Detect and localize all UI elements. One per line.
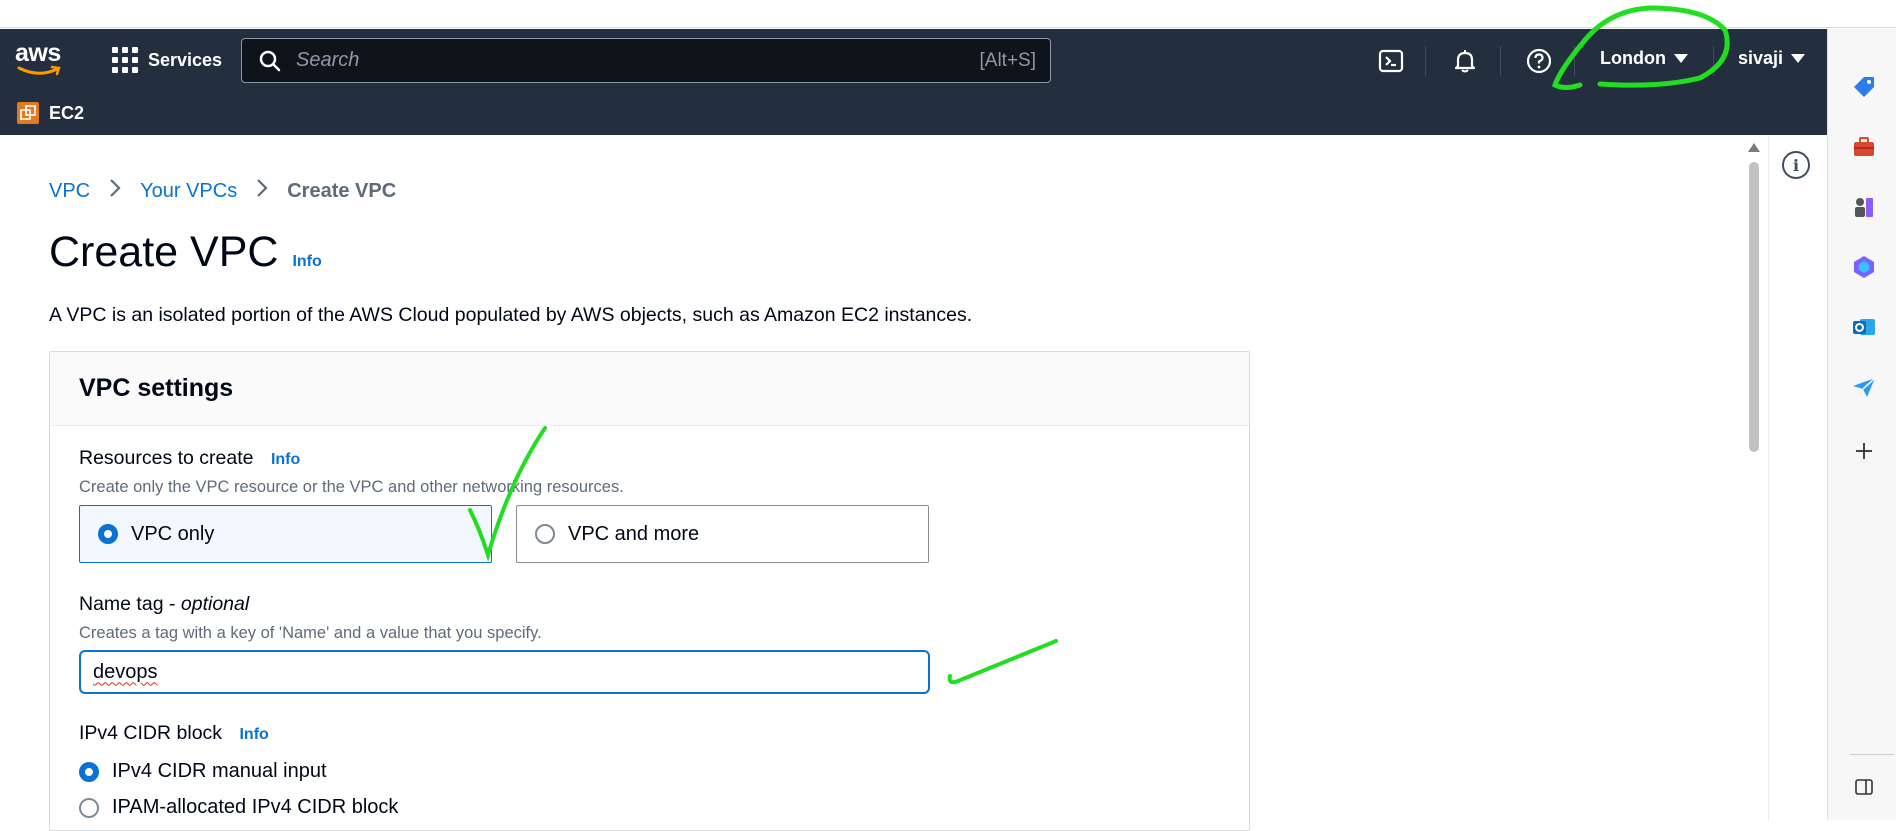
aws-logo[interactable]: aws [15, 41, 65, 77]
region-label: London [1600, 48, 1666, 68]
option-label: IPv4 CIDR manual input [112, 760, 327, 782]
services-label: Services [148, 49, 223, 70]
resources-info-link[interactable]: Info [271, 451, 300, 468]
option-vpc-only[interactable]: VPC only [79, 505, 492, 563]
panel-header: VPC settings [50, 352, 1249, 426]
account-menu[interactable]: sivaji [1738, 48, 1806, 69]
radio-unselected-icon [79, 797, 99, 818]
grid-icon [112, 47, 138, 73]
browser-top-strip [0, 0, 1896, 28]
resources-label: Resources to create [79, 447, 254, 469]
sidebar-divider [1850, 754, 1894, 755]
browser-sidebar [1827, 29, 1896, 820]
outlook-icon[interactable] [1850, 313, 1878, 341]
chevron-right-icon [108, 178, 122, 204]
name-tag-description: Creates a tag with a key of 'Name' and a… [79, 624, 542, 642]
option-label: VPC only [131, 522, 215, 545]
ipv4-info-link[interactable]: Info [239, 726, 268, 743]
ipv4-label: IPv4 CIDR block [79, 722, 223, 744]
radio-unselected-icon [535, 524, 555, 544]
toolbox-icon[interactable] [1850, 133, 1878, 161]
breadcrumb-current: Create VPC [287, 179, 397, 202]
sidebar-toggle-icon[interactable] [1850, 773, 1878, 801]
ipv4-option-ipam[interactable]: IPAM-allocated IPv4 CIDR block [79, 796, 398, 819]
breadcrumb-your-vpcs[interactable]: Your VPCs [140, 180, 237, 203]
resources-label-row: Resources to create Info [79, 447, 300, 470]
panel-heading: VPC settings [79, 374, 234, 402]
tag-icon[interactable] [1850, 73, 1878, 101]
radio-selected-icon [98, 524, 118, 544]
caret-down-icon [1791, 54, 1806, 63]
name-tag-input[interactable]: devops [79, 650, 930, 694]
optional-marker: optional [180, 593, 250, 615]
chevron-right-icon [255, 178, 269, 204]
page-title: Create VPC [49, 228, 279, 276]
aws-smile-icon [17, 65, 61, 76]
nav-divider [1500, 46, 1501, 76]
vpc-settings-panel: VPC settings Resources to create Info Cr… [49, 351, 1250, 831]
region-selector[interactable]: London [1600, 48, 1688, 69]
scrollbar-thumb[interactable] [1749, 162, 1759, 452]
aws-top-nav: aws Services [Alt+S] [0, 29, 1827, 135]
page-header: Create VPC Info [49, 228, 322, 277]
option-label: VPC and more [568, 522, 700, 545]
search-icon [259, 50, 281, 71]
option-vpc-and-more[interactable]: VPC and more [516, 505, 929, 563]
scrollbar[interactable] [1745, 135, 1763, 820]
nav-divider [1425, 46, 1426, 76]
page-info-link[interactable]: Info [292, 253, 321, 271]
page-description: A VPC is an isolated portion of the AWS … [49, 304, 973, 326]
nav-divider [1713, 46, 1714, 76]
help-icon[interactable] [1525, 47, 1553, 75]
caret-down-icon [1673, 54, 1688, 63]
breadcrumb-vpc[interactable]: VPC [49, 180, 90, 203]
search-shortcut-hint: [Alt+S] [979, 49, 1037, 71]
radio-selected-icon [79, 761, 99, 782]
breadcrumb: VPC Your VPCs Create VPC [49, 178, 396, 204]
resources-description: Create only the VPC resource or the VPC … [79, 478, 624, 496]
user-label: sivaji [1738, 48, 1784, 68]
add-icon[interactable] [1850, 437, 1878, 465]
nav-divider [1574, 46, 1575, 76]
name-tag-label: Name tag - optional [79, 593, 249, 616]
ec2-shortcut-label[interactable]: EC2 [49, 103, 84, 124]
send-icon[interactable] [1850, 373, 1878, 401]
services-menu-button[interactable]: Services [112, 47, 222, 73]
search-bar[interactable]: [Alt+S] [241, 38, 1051, 83]
service-shortcut-bar: EC2 [0, 91, 84, 135]
tools-panel [1768, 135, 1826, 820]
ipv4-label-row: IPv4 CIDR block Info [79, 722, 269, 745]
ipv4-option-manual[interactable]: IPv4 CIDR manual input [79, 760, 327, 783]
main-content: VPC Your VPCs Create VPC Create VPC Info… [0, 135, 1745, 831]
notifications-bell-icon[interactable] [1451, 47, 1479, 75]
cloudshell-icon[interactable] [1377, 47, 1405, 75]
search-input[interactable] [296, 49, 980, 72]
chess-icon[interactable] [1850, 193, 1878, 221]
copilot-icon[interactable] [1850, 253, 1878, 281]
info-panel-icon[interactable]: i [1782, 151, 1810, 179]
name-tag-value: devops [93, 660, 158, 683]
option-label: IPAM-allocated IPv4 CIDR block [112, 796, 399, 818]
ec2-service-icon[interactable] [17, 102, 39, 124]
scroll-up-arrow-icon[interactable] [1748, 143, 1760, 152]
aws-logo-text: aws [15, 39, 61, 67]
name-tag-label-text: Name tag - [79, 593, 181, 615]
